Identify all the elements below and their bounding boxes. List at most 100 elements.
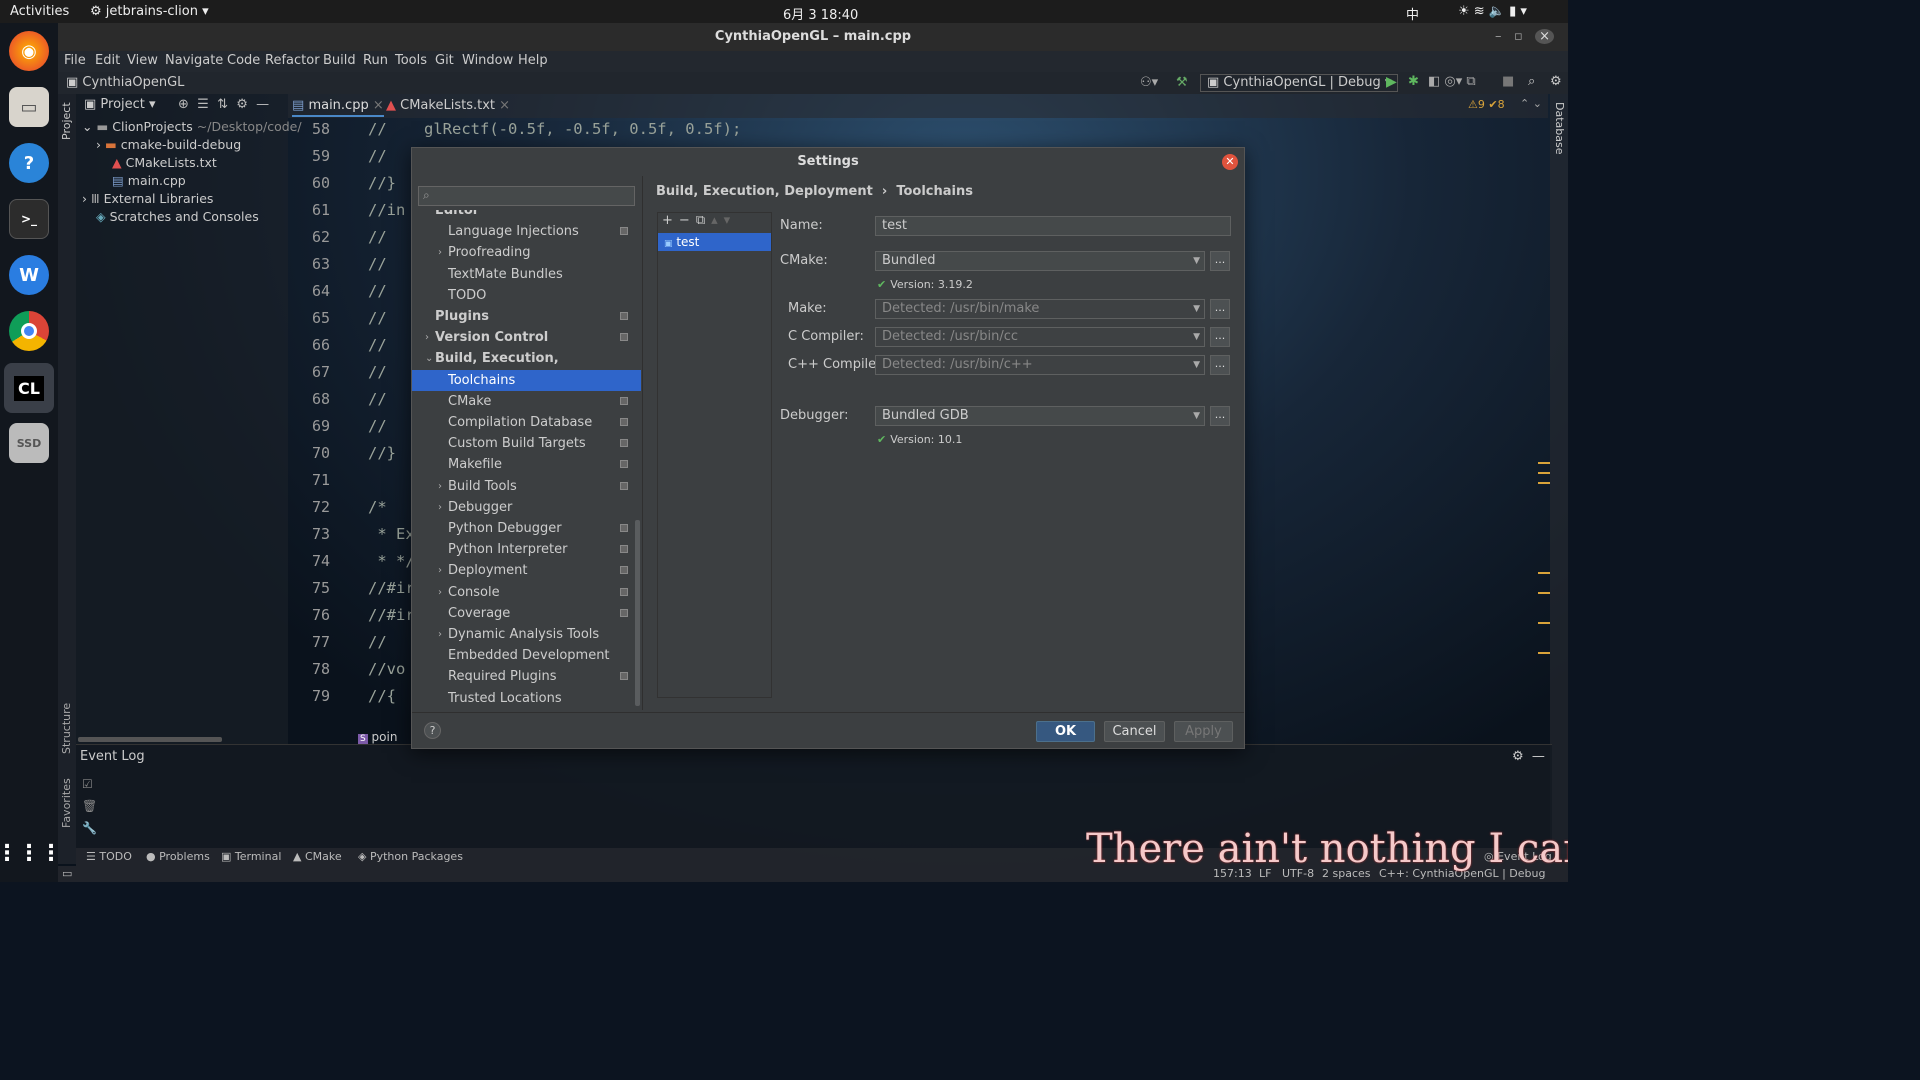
debugger-browse-button[interactable]: ...	[1210, 406, 1230, 426]
menu-edit[interactable]: Edit	[95, 53, 120, 68]
terminal-icon[interactable]: >_	[9, 199, 49, 239]
code-line[interactable]: //	[368, 390, 387, 408]
menu-code[interactable]: Code	[227, 53, 260, 68]
code-line[interactable]: //vo	[368, 660, 405, 678]
settings-nav-item[interactable]: › Dynamic Analysis Tools	[412, 624, 641, 645]
settings-nav-item[interactable]: TODO	[412, 285, 641, 306]
settings-nav-item[interactable]: Editor	[412, 210, 641, 221]
show-apps-icon[interactable]: ⋮⋮⋮	[0, 833, 62, 873]
status-toggle-icon[interactable]: ▭	[62, 867, 72, 880]
code-line[interactable]: //#ir	[368, 579, 415, 597]
code-line[interactable]: //}	[368, 174, 396, 192]
tree-item-scratches[interactable]: ◈ Scratches and Consoles	[96, 209, 259, 224]
settings-nav-item[interactable]: › Proofreading	[412, 242, 641, 263]
settings-nav-item[interactable]: › Deployment	[412, 560, 641, 581]
tab-cmakelists[interactable]: ▲ CMakeLists.txt ×	[386, 98, 510, 113]
inspection-widget[interactable]: ⚠9 ✔8	[1468, 98, 1505, 111]
settings-search-input[interactable]: ⌕	[418, 186, 635, 206]
inspection-nav-arrows[interactable]: ⌃ ⌄	[1520, 97, 1542, 110]
code-line[interactable]: //{	[368, 687, 396, 705]
cmake-browse-button[interactable]: ...	[1210, 251, 1230, 271]
help-button[interactable]: ?	[424, 722, 441, 739]
python-packages-tool-button[interactable]: ◈ Python Packages	[358, 850, 463, 863]
editor-breadcrumb[interactable]: S poin	[358, 730, 397, 744]
firefox-icon[interactable]: ◉	[9, 31, 49, 71]
ssd-drive-icon[interactable]: SSD	[9, 423, 49, 463]
code-line[interactable]: //	[368, 282, 387, 300]
chevron-right-icon[interactable]: ›	[438, 242, 442, 263]
copy-icon[interactable]: ⧉	[696, 213, 711, 228]
files-icon[interactable]: ▭	[9, 87, 49, 127]
chevron-right-icon[interactable]: ›	[438, 476, 442, 497]
chrome-icon[interactable]	[9, 311, 49, 351]
project-breadcrumb[interactable]: ▣ CynthiaOpenGL	[66, 75, 184, 90]
debugger-select[interactable]: Bundled GDB ▼	[875, 406, 1205, 426]
chevron-right-icon[interactable]: ›	[438, 560, 442, 581]
cmake-select[interactable]: Bundled ▼	[875, 251, 1205, 271]
run-icon[interactable]: ▶	[1386, 74, 1397, 90]
menu-window[interactable]: Window	[462, 53, 513, 68]
project-side-tab[interactable]: Project	[60, 100, 73, 140]
code-line[interactable]: /*	[368, 498, 387, 516]
remove-icon[interactable]: −	[679, 213, 696, 228]
cxx-compiler-browse-button[interactable]: ...	[1210, 355, 1230, 375]
settings-nav-item[interactable]: CMake	[412, 391, 641, 412]
project-panel-tools[interactable]: ⊕ ☰ ⇅ ⚙ —	[178, 94, 269, 116]
help-icon[interactable]: ?	[9, 143, 49, 183]
code-line[interactable]: //	[368, 336, 387, 354]
toolchain-item-test[interactable]: ▣ test	[658, 233, 771, 251]
settings-nav-scrollbar[interactable]	[635, 520, 640, 706]
settings-nav-item[interactable]: Makefile	[412, 454, 641, 475]
code-line[interactable]: //#ir	[368, 606, 415, 624]
error-stripe[interactable]	[1538, 462, 1550, 682]
chevron-right-icon[interactable]: ›	[438, 624, 442, 645]
settings-nav-item[interactable]: › Console	[412, 582, 641, 603]
debug-icon[interactable]: ✱	[1408, 74, 1419, 89]
add-icon[interactable]: +	[662, 213, 679, 228]
activities-button[interactable]: Activities	[10, 4, 69, 19]
search-everywhere-icon[interactable]: ⌕	[1528, 74, 1535, 89]
menu-refactor[interactable]: Refactor	[265, 53, 320, 68]
cancel-button[interactable]: Cancel	[1104, 721, 1165, 742]
menu-git[interactable]: Git	[435, 53, 454, 68]
make-browse-button[interactable]: ...	[1210, 299, 1230, 319]
ok-button[interactable]: OK	[1036, 721, 1095, 742]
settings-nav-item[interactable]: Language Injections	[412, 221, 641, 242]
settings-nav-item[interactable]: TextMate Bundles	[412, 264, 641, 285]
menu-run[interactable]: Run	[363, 53, 388, 68]
settings-nav-item[interactable]: Plugins	[412, 306, 641, 327]
terminal-tool-button[interactable]: ▣ Terminal	[221, 850, 281, 863]
make-input[interactable]: Detected: /usr/bin/make ▼	[875, 299, 1205, 319]
build-hammer-icon[interactable]: ⚒	[1176, 75, 1188, 90]
app-menu[interactable]: ⚙ jetbrains-clion ▾	[90, 4, 209, 19]
cxx-compiler-input[interactable]: Detected: /usr/bin/c++ ▼	[875, 355, 1205, 375]
chevron-down-icon[interactable]: ⌄	[425, 348, 433, 369]
chevron-right-icon[interactable]: ›	[438, 582, 442, 603]
breadcrumb-parent[interactable]: Build, Execution, Deployment	[656, 184, 873, 199]
code-line[interactable]: * Ex	[368, 525, 414, 543]
window-controls[interactable]: – ▫ ×	[1495, 23, 1554, 51]
tree-item-cmakelists[interactable]: ▲ CMakeLists.txt	[112, 155, 217, 170]
chevron-right-icon[interactable]: ›	[425, 327, 429, 348]
project-panel-title[interactable]: Project	[100, 97, 144, 112]
code-line[interactable]: //in	[368, 201, 405, 219]
settings-nav-item[interactable]: Python Debugger	[412, 518, 641, 539]
clion-icon[interactable]: CL	[4, 363, 54, 413]
tree-item-external-libraries[interactable]: › Ⅲ External Libraries	[82, 191, 213, 206]
settings-nav-item[interactable]: Required Plugins	[412, 666, 641, 687]
code-line[interactable]: //	[368, 228, 387, 246]
event-log-settings-icon[interactable]: ⚙ —	[1512, 749, 1545, 764]
apply-button[interactable]: Apply	[1174, 721, 1233, 742]
settings-nav-item[interactable]: Custom Build Targets	[412, 433, 641, 454]
code-line[interactable]: * */	[368, 552, 414, 570]
coverage-icon[interactable]: ◧ ◎▾ ⧉	[1428, 74, 1476, 89]
settings-nav-item[interactable]: › Debugger	[412, 497, 641, 518]
code-line[interactable]: //}	[368, 444, 396, 462]
menu-navigate[interactable]: Navigate	[165, 53, 223, 68]
settings-nav-item[interactable]: Compilation Database	[412, 412, 641, 433]
move-down-icon[interactable]: ▾	[724, 213, 737, 228]
stop-icon[interactable]: ■	[1502, 74, 1514, 89]
c-compiler-input[interactable]: Detected: /usr/bin/cc ▼	[875, 327, 1205, 347]
settings-nav-item[interactable]: Embedded Development	[412, 645, 641, 666]
menu-file[interactable]: File	[64, 53, 86, 68]
